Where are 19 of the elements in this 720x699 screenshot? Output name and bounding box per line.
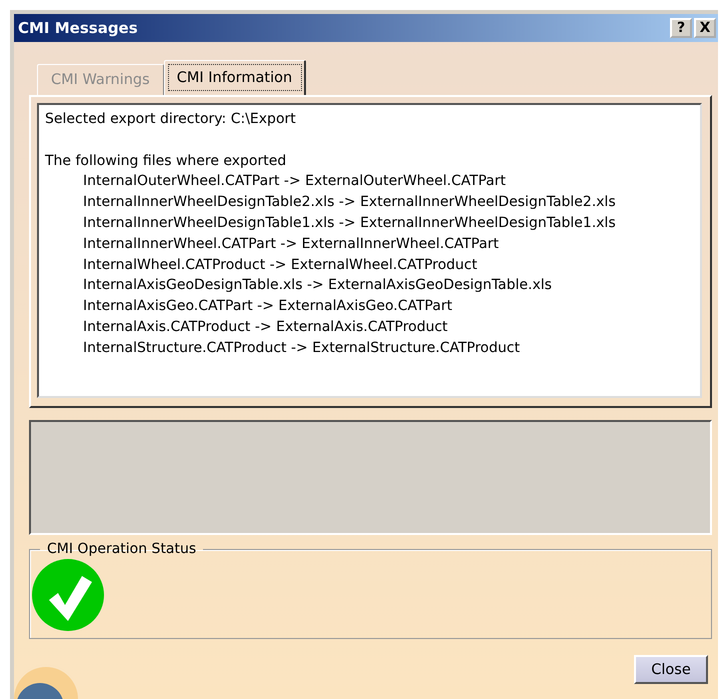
log-line: InternalAxis.CATProduct -> ExternalAxis.CATProduct [82, 318, 449, 337]
log-line: InternalInnerWheel.CATPart -> ExternalInnerWheel.CATPart [82, 234, 500, 254]
log-line: Selected export directory: C:\Export [45, 110, 297, 129]
group-label: CMI Operation Status [46, 541, 198, 557]
log-line: InternalAxisGeo.CATPart -> ExternalAxisGeo.CATPart [82, 297, 454, 316]
log-line: InternalInnerWheelDesignTable1.xls -> ExternalInnerWheelDesignTable1.xls [82, 214, 617, 233]
close-button[interactable]: X [694, 18, 716, 38]
log-line: InternalWheel.CATProduct -> ExternalWheel.CATProduct [82, 256, 478, 275]
log-line: InternalOuterWheel.CATPart -> ExternalOuterWheel.CATPart [82, 172, 507, 192]
globe-drawing [14, 667, 78, 699]
tab[interactable]: CMI Information [164, 60, 306, 95]
log-line: InternalAxisGeoDesignTable.xls -> ExternalAxisGeoDesignTable.xls [82, 276, 553, 296]
log-line: InternalStructure.CATProduct -> ExternalStructure.CATProduct [82, 338, 521, 358]
log-line: The following files where exported [45, 152, 288, 171]
log-line: InternalInnerWheelDesignTable2.xls -> ExternalInnerWheelDesignTable2.xls [82, 193, 617, 212]
check-icon [32, 559, 104, 631]
help-button[interactable]: ? [670, 18, 692, 38]
close-button[interactable]: Close [634, 655, 708, 684]
window-title: CMI Messages [18, 19, 138, 37]
